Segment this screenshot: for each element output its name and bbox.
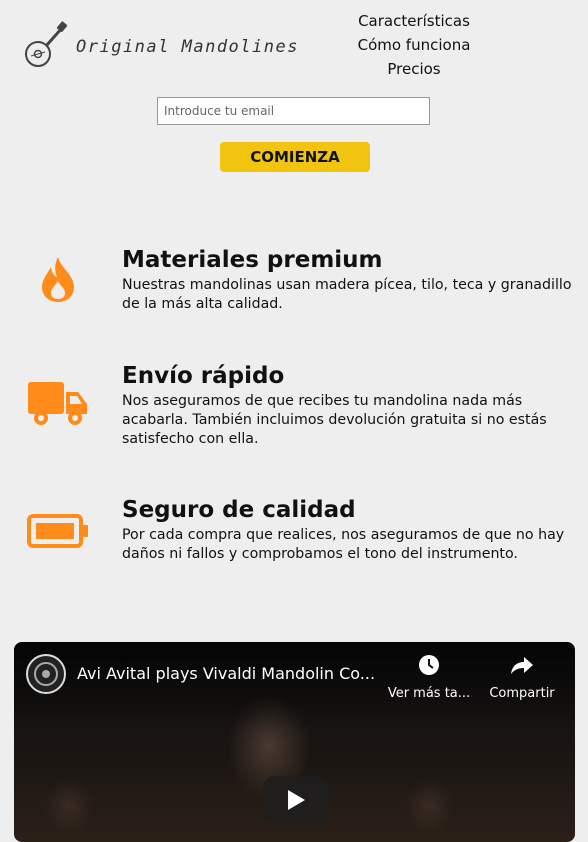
share-button[interactable]: Compartir xyxy=(477,654,567,701)
feature-text: Nos aseguramos de que recibes tu mandoli… xyxy=(122,393,547,447)
feature-title: Seguro de calidad xyxy=(122,497,356,523)
fire-icon xyxy=(38,255,78,307)
feature-title: Envío rápido xyxy=(122,363,285,389)
share-label: Compartir xyxy=(489,686,555,701)
battery-icon xyxy=(27,514,89,552)
email-input[interactable] xyxy=(157,97,430,125)
video-player[interactable]: Avi Avital plays Vivaldi Mandolin Co... … xyxy=(14,642,575,842)
play-button[interactable] xyxy=(263,776,329,824)
feature-title: Materiales premium xyxy=(122,247,383,273)
start-button[interactable]: COMIENZA xyxy=(220,142,370,172)
feature-text: Nuestras mandolinas usan madera pícea, t… xyxy=(122,277,572,312)
video-title[interactable]: Avi Avital plays Vivaldi Mandolin Co... xyxy=(77,664,377,683)
logo-text: Original Mandolines xyxy=(76,37,299,57)
nav-link-caracteristicas[interactable]: Características xyxy=(340,9,488,33)
channel-avatar[interactable] xyxy=(26,654,66,694)
logo[interactable]: Original Mandolines xyxy=(24,20,299,74)
mandolin-icon xyxy=(24,20,68,74)
main-nav: Características Cómo funciona Precios xyxy=(340,9,488,81)
watch-later-label: Ver más ta... xyxy=(387,686,471,701)
nav-link-como-funciona[interactable]: Cómo funciona xyxy=(340,33,488,57)
play-icon xyxy=(288,790,305,810)
truck-icon xyxy=(28,380,88,432)
nav-link-precios[interactable]: Precios xyxy=(340,57,488,81)
watch-later-button[interactable]: Ver más ta... xyxy=(384,654,474,701)
share-icon xyxy=(511,657,533,674)
clock-icon xyxy=(419,655,439,675)
feature-text: Por cada compra que realices, nos asegur… xyxy=(122,527,565,562)
